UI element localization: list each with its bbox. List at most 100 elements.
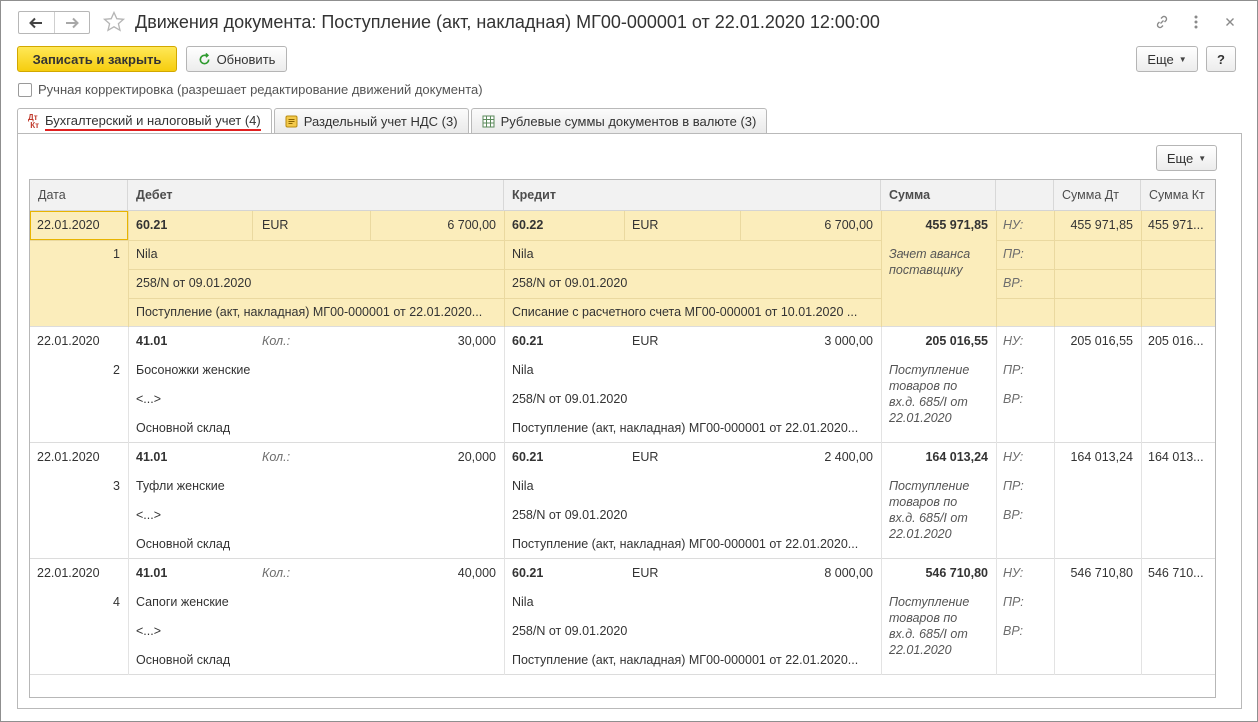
- movements-table[interactable]: Дата Дебет Кредит Сумма Сумма Дт Сумма К…: [29, 179, 1216, 698]
- row-date: 22.01.2020: [37, 450, 100, 464]
- table-header: Дата Дебет Кредит Сумма Сумма Дт Сумма К…: [30, 180, 1215, 211]
- row-sum-dt: 455 971,85: [1070, 218, 1133, 232]
- chevron-down-icon: ▼: [1178, 54, 1187, 64]
- row-number: 4: [113, 595, 120, 609]
- debit-subconto-3: Поступление (акт, накладная) МГ00-000001…: [136, 305, 483, 319]
- header-debit[interactable]: Дебет: [128, 180, 504, 211]
- arrow-left-icon: [29, 17, 43, 28]
- credit-subconto-1: Nila: [512, 479, 534, 493]
- tax-nu-label: НУ:: [1003, 566, 1024, 580]
- row-number: 3: [113, 479, 120, 493]
- tax-pr-label: ПР:: [1003, 479, 1024, 493]
- debit-qty-label: Кол.:: [262, 566, 291, 580]
- navigation-buttons: [18, 11, 90, 34]
- register-icon: [285, 115, 298, 128]
- favorite-star-icon[interactable]: [102, 10, 126, 34]
- credit-subconto-2: 258/N от 09.01.2020: [512, 392, 628, 406]
- credit-amount: 3 000,00: [824, 334, 873, 348]
- refresh-button[interactable]: Обновить: [186, 46, 287, 72]
- debit-subconto-1: Туфли женские: [136, 479, 225, 493]
- refresh-label: Обновить: [216, 51, 276, 67]
- credit-subconto-3: Списание с расчетного счета МГ00-000001 …: [512, 305, 858, 319]
- debit-qty: 20,000: [457, 450, 496, 464]
- close-icon[interactable]: [1221, 13, 1239, 31]
- table-row[interactable]: 22.01.2020 4 41.01 Кол.: 40,000 Сапоги ж…: [30, 559, 1215, 675]
- debit-qty-label: Кол.:: [262, 334, 291, 348]
- header-credit[interactable]: Кредит: [504, 180, 881, 211]
- row-sum: 205 016,55: [925, 334, 988, 348]
- credit-amount: 2 400,00: [824, 450, 873, 464]
- link-icon[interactable]: [1153, 13, 1171, 31]
- row-date: 22.01.2020: [37, 334, 100, 348]
- debit-qty: 30,000: [457, 334, 496, 348]
- header-sum[interactable]: Сумма: [881, 180, 996, 211]
- row-sum-kt: 546 710...: [1148, 566, 1204, 580]
- credit-subconto-3: Поступление (акт, накладная) МГ00-000001…: [512, 537, 859, 551]
- dt-kt-icon: Дт Кт: [28, 113, 40, 130]
- tax-vr-label: ВР:: [1003, 392, 1024, 406]
- header-sum-dt[interactable]: Сумма Дт: [1054, 180, 1141, 211]
- debit-subconto-2: <...>: [136, 392, 162, 406]
- tax-pr-label: ПР:: [1003, 363, 1024, 377]
- tab-vat[interactable]: Раздельный учет НДС (3): [273, 108, 469, 134]
- table-row[interactable]: 22.01.2020 1 60.21 EUR 6 700,00 Nila 258…: [30, 211, 1215, 327]
- credit-subconto-2: 258/N от 09.01.2020: [512, 276, 628, 290]
- tax-nu-label: НУ:: [1003, 218, 1024, 232]
- save-and-close-button[interactable]: Записать и закрыть: [17, 46, 177, 72]
- tab-ruble-sums[interactable]: Рублевые суммы документов в валюте (3): [470, 108, 768, 134]
- table-more-label: Еще: [1166, 150, 1194, 166]
- debit-qty-label: Кол.:: [262, 450, 291, 464]
- manual-edit-label[interactable]: Ручная корректировка (разрешает редактир…: [38, 82, 483, 97]
- header-sum-kt[interactable]: Сумма Кт: [1141, 180, 1215, 211]
- credit-subconto-1: Nila: [512, 247, 534, 261]
- table-more-button[interactable]: Еще ▼: [1156, 145, 1217, 171]
- debit-currency: EUR: [262, 218, 289, 232]
- credit-subconto-3: Поступление (акт, накладная) МГ00-000001…: [512, 653, 859, 667]
- arrow-right-icon: [65, 17, 79, 28]
- debit-account: 60.21: [136, 218, 168, 232]
- debit-subconto-2: <...>: [136, 508, 162, 522]
- credit-subconto-1: Nila: [512, 595, 534, 609]
- document-movements-window: Движения документа: Поступление (акт, на…: [0, 0, 1258, 722]
- tax-vr-label: ВР:: [1003, 276, 1024, 290]
- row-sum-dt: 546 710,80: [1070, 566, 1133, 580]
- debit-subconto-2: <...>: [136, 624, 162, 638]
- tax-vr-label: ВР:: [1003, 508, 1024, 522]
- back-button[interactable]: [19, 12, 54, 33]
- manual-edit-row: Ручная корректировка (разрешает редактир…: [18, 82, 483, 97]
- manual-edit-checkbox[interactable]: [18, 82, 32, 97]
- credit-subconto-2: 258/N от 09.01.2020: [512, 624, 628, 638]
- row-comment: Зачет аванса поставщику: [889, 247, 971, 277]
- tab-accounting[interactable]: Дт Кт Бухгалтерский и налоговый учет (4): [17, 108, 272, 135]
- forward-button[interactable]: [53, 12, 90, 33]
- row-sum-kt: 164 013...: [1148, 450, 1204, 464]
- table-icon: [482, 115, 495, 128]
- row-sum-dt: 205 016,55: [1070, 334, 1133, 348]
- header-tax-kind[interactable]: [996, 180, 1054, 211]
- credit-currency: EUR: [632, 450, 659, 464]
- tax-vr-label: ВР:: [1003, 624, 1024, 638]
- row-date: 22.01.2020: [37, 218, 100, 232]
- more-button[interactable]: Еще ▼: [1136, 46, 1198, 72]
- window-title: Движения документа: Поступление (акт, на…: [135, 12, 880, 32]
- row-date: 22.01.2020: [37, 566, 100, 580]
- credit-currency: EUR: [632, 566, 659, 580]
- tax-pr-label: ПР:: [1003, 247, 1024, 261]
- credit-currency: EUR: [632, 218, 659, 232]
- help-button[interactable]: ?: [1206, 46, 1236, 72]
- tax-pr-label: ПР:: [1003, 595, 1024, 609]
- credit-subconto-2: 258/N от 09.01.2020: [512, 508, 628, 522]
- debit-account: 41.01: [136, 566, 168, 580]
- table-row[interactable]: 22.01.2020 3 41.01 Кол.: 20,000 Туфли же…: [30, 443, 1215, 559]
- header-date[interactable]: Дата: [30, 180, 128, 211]
- tab-ruble-sums-label: Рублевые суммы документов в валюте (3): [500, 114, 757, 129]
- credit-account: 60.21: [512, 450, 544, 464]
- credit-amount: 6 700,00: [824, 218, 873, 232]
- debit-qty: 40,000: [457, 566, 496, 580]
- table-row[interactable]: 22.01.2020 2 41.01 Кол.: 30,000 Босоножк…: [30, 327, 1215, 443]
- row-comment: Поступление товаров по вх.д. 685/I от 22…: [889, 363, 970, 425]
- credit-account: 60.21: [512, 566, 544, 580]
- more-vertical-icon[interactable]: [1187, 13, 1205, 31]
- row-comment: Поступление товаров по вх.д. 685/I от 22…: [889, 595, 970, 657]
- row-sum: 164 013,24: [925, 450, 988, 464]
